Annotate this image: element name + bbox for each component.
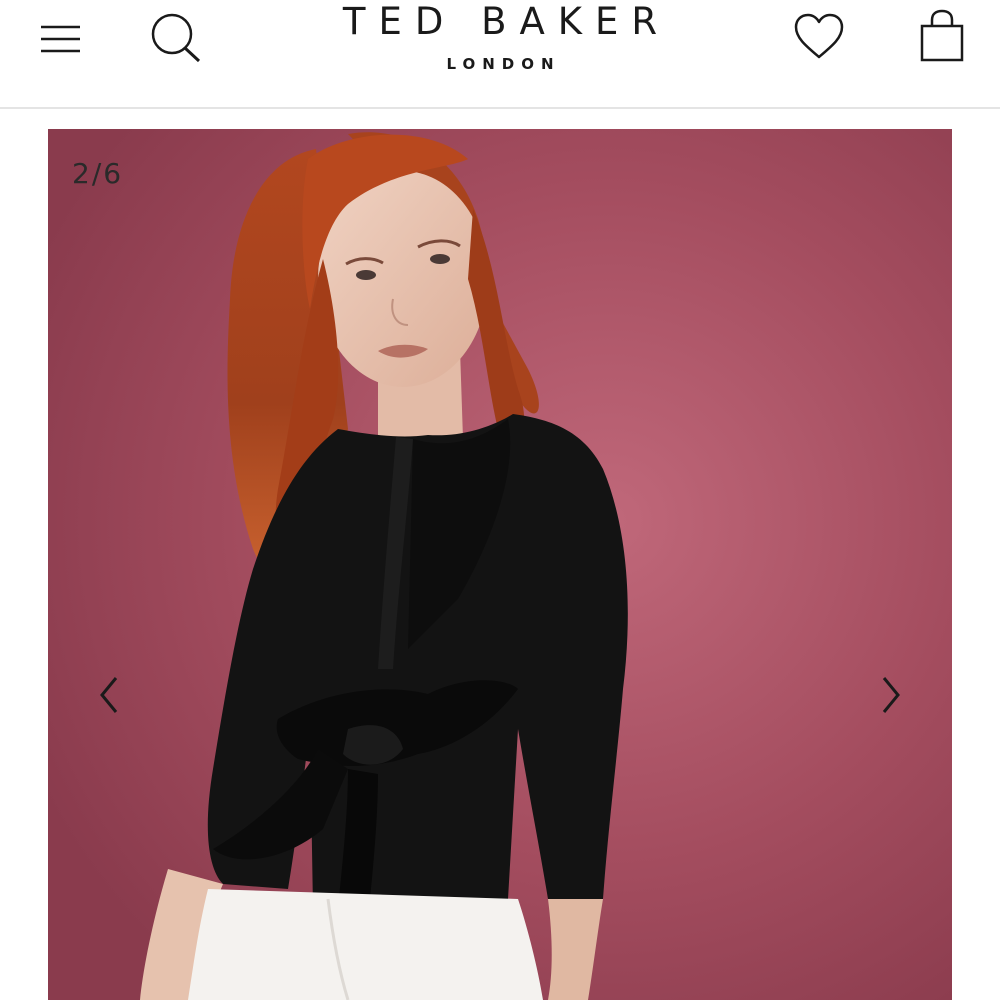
- chevron-left-icon: [100, 677, 118, 713]
- product-image-gallery[interactable]: 2/6: [48, 129, 952, 1000]
- product-photo: [48, 129, 952, 1000]
- site-header: TED BAKER LONDON: [0, 0, 1000, 109]
- heart-icon: [794, 13, 844, 59]
- hamburger-menu-icon: [41, 25, 80, 53]
- brand-name: TED BAKER: [342, 0, 671, 43]
- next-image-button[interactable]: [870, 670, 910, 720]
- brand-location: LONDON: [446, 55, 561, 73]
- menu-button[interactable]: [38, 20, 84, 60]
- previous-image-button[interactable]: [90, 670, 130, 720]
- search-button[interactable]: [148, 10, 206, 66]
- chevron-right-icon: [882, 677, 900, 713]
- image-counter: 2/6: [72, 157, 124, 190]
- shopping-bag-icon: [920, 9, 964, 62]
- wishlist-button[interactable]: [792, 12, 846, 62]
- shopping-bag-button[interactable]: [918, 9, 966, 63]
- brand-logo[interactable]: TED BAKER LONDON: [300, 0, 700, 90]
- search-icon: [151, 13, 201, 63]
